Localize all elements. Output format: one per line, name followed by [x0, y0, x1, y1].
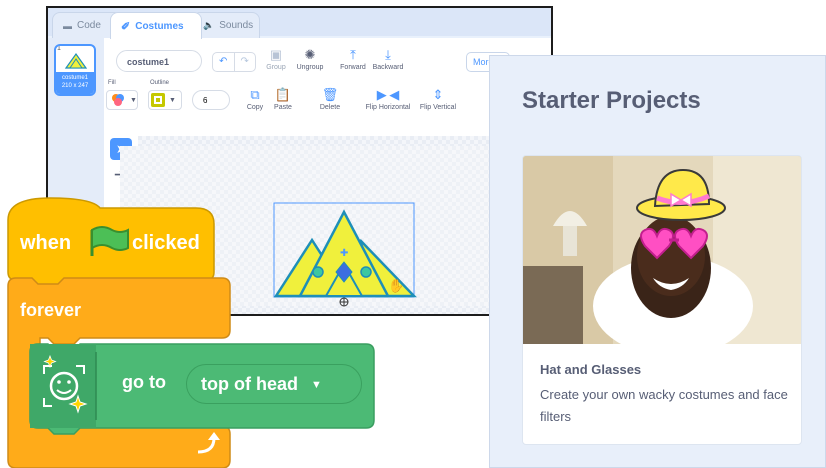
redo-icon[interactable]: ↷	[233, 53, 256, 71]
costume-caption: costume1 210 x 247	[56, 72, 94, 94]
backward-label: Backward	[372, 64, 404, 71]
tab-sounds[interactable]: 🔈 Sounds	[192, 12, 260, 38]
tab-code-label: Code	[77, 20, 101, 31]
project-card-description: Create your own wacky costumes and face …	[540, 387, 788, 424]
tab-costumes[interactable]: ✐ Costumes	[110, 12, 202, 39]
copy-icon: ⧉	[250, 87, 260, 102]
fill-caret-icon: ▼	[130, 96, 137, 104]
ungroup-icon: ✺	[304, 47, 316, 62]
backward-button[interactable]: ⤓ Backward	[368, 47, 408, 72]
outline-width-input[interactable]: 6	[192, 90, 230, 110]
flip-horizontal-button[interactable]: ▶ ◀ Flip Horizontal	[360, 87, 416, 112]
fill-label: Fill	[108, 80, 116, 86]
go-to-label: go to	[122, 372, 166, 392]
starter-projects-heading: Starter Projects	[522, 87, 701, 114]
costume-preview-icon	[64, 52, 88, 69]
costume-thumb-size: 210 x 247	[61, 83, 89, 89]
go-to-target-dropdown[interactable]: top of head ▼	[186, 364, 362, 404]
paste-label: Paste	[274, 104, 292, 111]
group-button[interactable]: ▣ Group	[258, 47, 294, 72]
project-card[interactable]: Hat and Glasses Create your own wacky co…	[522, 155, 802, 445]
copy-button[interactable]: ⧉ Copy	[240, 87, 270, 112]
tab-bar: ▬ Code ✐ Costumes 🔈 Sounds	[48, 8, 551, 39]
forward-label: Forward	[340, 64, 366, 71]
flip-horizontal-icon: ▶ ◀	[376, 87, 400, 102]
outline-label: Outline	[150, 80, 170, 86]
hat-glasses-photo	[523, 156, 801, 344]
clicked-text: clicked	[132, 232, 200, 254]
forever-label: forever	[20, 300, 82, 320]
flip-vertical-label: Flip Vertical	[419, 104, 457, 111]
outline-caret-icon: ▼	[169, 96, 176, 104]
speaker-icon: 🔈	[203, 20, 215, 30]
costume-name-input[interactable]: costume1	[116, 50, 202, 72]
code-blocks-icon: ▬	[63, 20, 72, 31]
fill-color-picker[interactable]: ▼	[106, 90, 138, 110]
ungroup-button[interactable]: ✺ Ungroup	[290, 47, 330, 72]
ungroup-label: Ungroup	[296, 64, 324, 71]
multicolor-fill-icon	[112, 94, 124, 106]
paintbrush-icon: ✐	[121, 20, 131, 33]
costume-thumb-name: costume1	[61, 75, 88, 81]
group-label: Group	[266, 64, 286, 71]
project-thumbnail	[523, 156, 801, 344]
undo-icon[interactable]: ↶	[213, 53, 234, 71]
flip-horizontal-label: Flip Horizontal	[365, 104, 411, 111]
delete-label: Delete	[319, 104, 341, 111]
outline-color-picker[interactable]: ▼	[148, 90, 182, 110]
flip-vertical-button[interactable]: ⇕ Flip Vertical	[414, 87, 462, 112]
undo-redo-group: ↶ ↷	[212, 52, 256, 72]
forward-icon: ⤒	[350, 47, 356, 62]
paste-button[interactable]: 📋 Paste	[268, 87, 298, 112]
backward-icon: ⤓	[385, 47, 391, 62]
delete-button[interactable]: 🗑 Delete	[312, 87, 348, 112]
forward-button[interactable]: ⤒ Forward	[334, 47, 372, 72]
when-text: when	[20, 232, 72, 254]
svg-text:✋: ✋	[388, 278, 404, 294]
group-icon: ▣	[269, 47, 283, 62]
costume-thumbnail[interactable]: 1 costume1 210 x 247	[54, 44, 96, 96]
starter-projects-panel: Starter Projects Hat and Glasses Create …	[489, 55, 826, 468]
go-to-target-value: top of head	[201, 374, 298, 394]
paste-icon: 📋	[274, 87, 292, 102]
tab-sounds-label: Sounds	[219, 20, 254, 31]
copy-label: Copy	[246, 104, 264, 111]
trash-icon: 🗑	[321, 87, 339, 102]
tab-costumes-label: Costumes	[135, 20, 184, 32]
flip-vertical-icon: ⇕	[432, 87, 444, 102]
outline-swatch-icon	[151, 93, 165, 107]
chevron-down-icon: ▼	[311, 379, 322, 391]
project-card-title: Hat and Glasses	[540, 362, 642, 377]
